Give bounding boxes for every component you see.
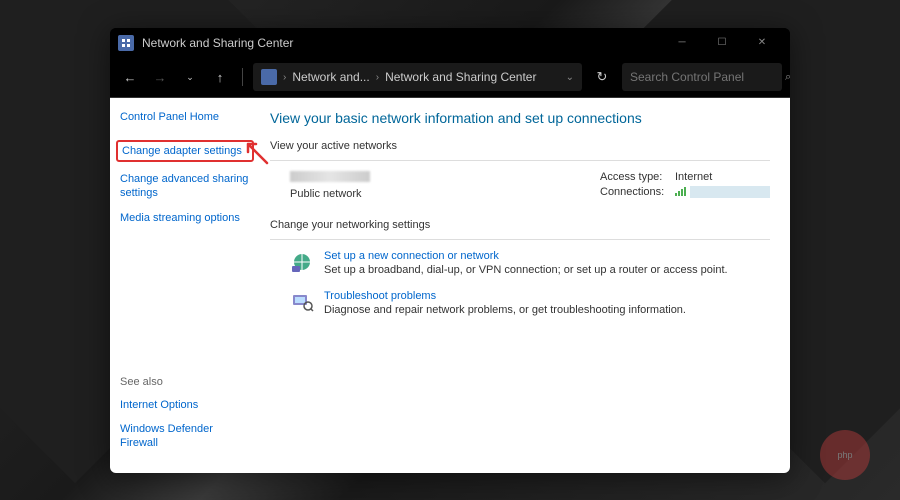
setup-connection-desc: Set up a broadband, dial-up, or VPN conn… bbox=[324, 264, 728, 276]
watermark-icon: php bbox=[820, 430, 870, 480]
divider bbox=[270, 239, 770, 240]
troubleshoot-link[interactable]: Troubleshoot problems bbox=[324, 290, 686, 302]
search-icon: ⌕ bbox=[785, 71, 790, 84]
up-button[interactable]: ↑ bbox=[208, 65, 232, 89]
arrow-annotation-icon bbox=[242, 138, 272, 168]
troubleshoot-item: Troubleshoot problems Diagnose and repai… bbox=[270, 290, 770, 316]
chevron-right-icon: › bbox=[283, 72, 286, 83]
troubleshoot-desc: Diagnose and repair network problems, or… bbox=[324, 304, 686, 316]
content-area: Control Panel Home Change adapter settin… bbox=[110, 98, 790, 473]
wifi-signal-icon bbox=[675, 187, 686, 196]
network-type: Public network bbox=[290, 188, 560, 200]
close-button[interactable]: ✕ bbox=[742, 28, 782, 58]
access-type-label: Access type: bbox=[600, 171, 675, 183]
sidebar-firewall-link[interactable]: Windows Defender Firewall bbox=[120, 422, 250, 451]
network-info: Public network Access type: Internet Con… bbox=[270, 171, 770, 201]
sidebar-advanced-sharing-link[interactable]: Change advanced sharing settings bbox=[120, 172, 250, 201]
setup-connection-link[interactable]: Set up a new connection or network bbox=[324, 250, 728, 262]
access-type-value: Internet bbox=[675, 171, 712, 183]
maximize-button[interactable]: ☐ bbox=[702, 28, 742, 58]
network-name-redacted bbox=[290, 171, 370, 182]
sidebar-change-adapter-link[interactable]: Change adapter settings bbox=[116, 140, 254, 162]
breadcrumb-icon bbox=[261, 69, 277, 85]
titlebar: Network and Sharing Center ─ ☐ ✕ bbox=[110, 28, 790, 58]
troubleshoot-icon bbox=[290, 290, 314, 314]
change-settings-label: Change your networking settings bbox=[270, 219, 770, 231]
sidebar: Control Panel Home Change adapter settin… bbox=[110, 98, 260, 473]
chevron-down-icon[interactable]: ⌄ bbox=[566, 72, 574, 83]
search-input[interactable] bbox=[630, 70, 785, 84]
globe-network-icon bbox=[290, 250, 314, 274]
breadcrumb-seg-2[interactable]: Network and Sharing Center bbox=[385, 70, 536, 84]
window: Network and Sharing Center ─ ☐ ✕ ← → ⌄ ↑… bbox=[110, 28, 790, 473]
sidebar-media-streaming-link[interactable]: Media streaming options bbox=[120, 211, 250, 225]
see-also-label: See also bbox=[120, 376, 250, 388]
control-panel-icon bbox=[118, 35, 134, 51]
setup-connection-item: Set up a new connection or network Set u… bbox=[270, 250, 770, 276]
breadcrumb-seg-1[interactable]: Network and... bbox=[292, 70, 369, 84]
chevron-right-icon: › bbox=[376, 72, 379, 83]
active-networks-label: View your active networks bbox=[270, 140, 770, 152]
recent-dropdown-icon[interactable]: ⌄ bbox=[178, 65, 202, 89]
forward-button[interactable]: → bbox=[148, 65, 172, 89]
sidebar-internet-options-link[interactable]: Internet Options bbox=[120, 398, 250, 412]
connection-name-redacted[interactable] bbox=[690, 186, 770, 198]
back-button[interactable]: ← bbox=[118, 65, 142, 89]
main-panel: View your basic network information and … bbox=[260, 98, 790, 473]
search-box[interactable]: ⌕ bbox=[622, 63, 782, 91]
minimize-button[interactable]: ─ bbox=[662, 28, 702, 58]
sidebar-home-link[interactable]: Control Panel Home bbox=[120, 110, 250, 124]
refresh-button[interactable]: ↻ bbox=[588, 63, 616, 91]
navbar: ← → ⌄ ↑ › Network and... › Network and S… bbox=[110, 58, 790, 98]
divider bbox=[270, 160, 770, 161]
page-title: View your basic network information and … bbox=[270, 110, 770, 126]
window-title: Network and Sharing Center bbox=[142, 36, 293, 50]
breadcrumb[interactable]: › Network and... › Network and Sharing C… bbox=[253, 63, 582, 91]
connections-label: Connections: bbox=[600, 186, 675, 198]
